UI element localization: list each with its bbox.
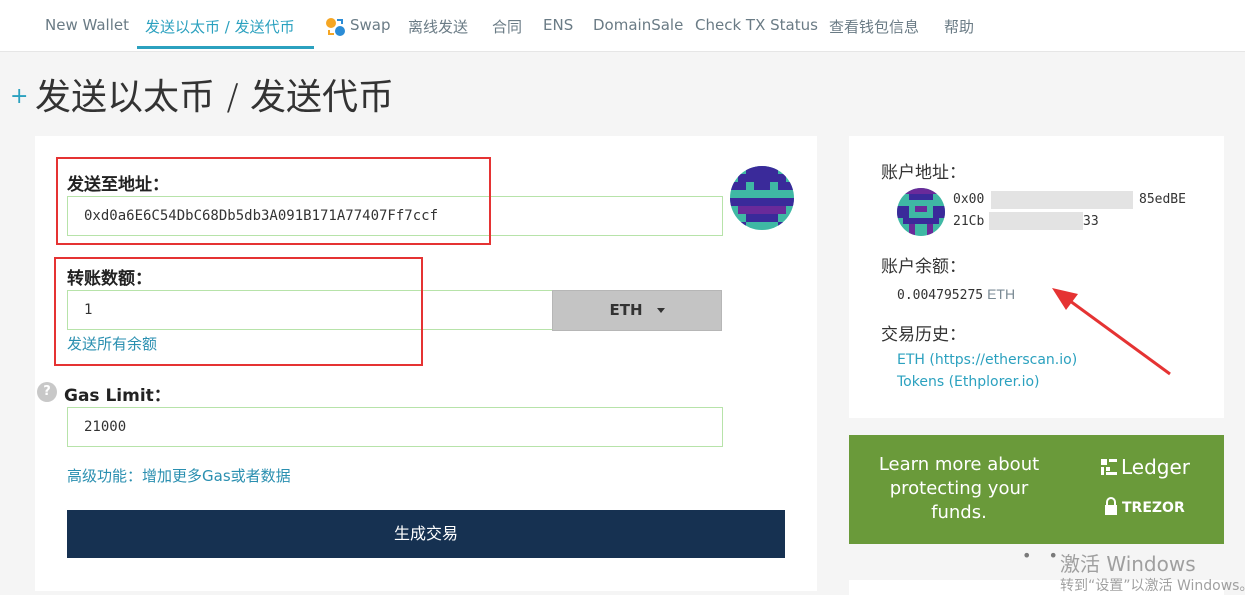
to-address-input[interactable]: 0xd0a6E6C54DbC68Db5db3A091B171A77407Ff7c…	[67, 196, 723, 236]
account-balance-label: 账户余额：	[881, 257, 966, 277]
red-arrow	[1052, 288, 1171, 376]
address-blur-1	[991, 191, 1133, 209]
trezor-logo: TREZOR	[1104, 497, 1185, 516]
help-icon[interactable]: ?	[37, 382, 57, 402]
gas-limit-input[interactable]: 21000	[67, 407, 723, 447]
page-title: 发送以太币 / 发送代币	[35, 77, 395, 118]
hardware-wallet-promo[interactable]: Learn more about protecting your funds. …	[849, 435, 1224, 544]
send-entire-balance-link[interactable]: 发送所有余额	[67, 333, 157, 354]
account-address-line2-start: 21Cb	[953, 214, 985, 229]
to-address-identicon	[730, 166, 794, 230]
watermark-dots: • •	[1022, 546, 1064, 565]
nav-view-wallet-info[interactable]: 查看钱包信息	[829, 16, 919, 37]
to-address-label: 发送至地址：	[67, 175, 169, 195]
account-address-line2-end: 33	[1083, 214, 1099, 229]
ledger-label: Ledger	[1121, 455, 1191, 479]
generate-transaction-button[interactable]: 生成交易	[67, 510, 785, 558]
nav-contracts[interactable]: 合同	[492, 16, 522, 37]
trezor-lock-icon	[1105, 497, 1117, 515]
account-balance: 0.004795275 ETH	[897, 286, 1015, 303]
top-nav: New Wallet 发送以太币 / 发送代币 Swap 离线发送 合同 ENS…	[0, 0, 1245, 52]
nav-check-tx-status[interactable]: Check TX Status	[695, 16, 818, 34]
nav-help[interactable]: 帮助	[944, 16, 974, 37]
nav-send-ether[interactable]: 发送以太币 / 发送代币	[145, 16, 295, 37]
account-address-line1-end: 85edBE	[1139, 192, 1186, 207]
nav-swap[interactable]: Swap	[350, 16, 391, 34]
account-address-label: 账户地址：	[881, 163, 966, 183]
trezor-label: TREZOR	[1122, 500, 1185, 516]
nav-domainsale[interactable]: DomainSale	[593, 16, 683, 34]
chevron-down-icon	[656, 308, 665, 313]
tx-history-label: 交易历史：	[881, 325, 966, 345]
currency-label: ETH	[609, 301, 643, 319]
advanced-options-link[interactable]: 高级功能：增加更多Gas或者数据	[67, 465, 291, 486]
nav-new-wallet[interactable]: New Wallet	[45, 16, 129, 34]
send-form-card: 发送至地址： 0xd0a6E6C54DbC68Db5db3A091B171A77…	[35, 136, 817, 591]
nav-offline-send[interactable]: 离线发送	[408, 16, 468, 37]
address-blur-2	[989, 212, 1083, 230]
nav-ens[interactable]: ENS	[543, 16, 573, 34]
account-identicon	[897, 188, 945, 236]
windows-watermark-title: 激活 Windows	[1060, 552, 1196, 576]
swap-icon	[326, 18, 345, 36]
promo-text: Learn more about protecting your funds.	[878, 454, 1040, 523]
account-balance-value: 0.004795275	[897, 288, 984, 303]
ledger-logo-icon	[1101, 459, 1117, 475]
amount-label: 转账数额：	[67, 269, 152, 289]
expand-plus-icon[interactable]: +	[10, 84, 28, 109]
currency-dropdown[interactable]: ETH	[552, 290, 722, 331]
gas-limit-label: Gas Limit：	[64, 386, 171, 406]
nav-active-underline	[137, 46, 314, 49]
account-address-line1-start: 0x00	[953, 192, 985, 207]
ledger-logo: Ledger	[1101, 455, 1190, 479]
ethplorer-link[interactable]: Tokens (Ethplorer.io)	[897, 374, 1040, 390]
amount-input[interactable]: 1	[67, 290, 553, 330]
windows-watermark-subtitle: 转到“设置”以激活 Windows。	[1060, 578, 1245, 594]
account-balance-unit: ETH	[987, 286, 1016, 302]
